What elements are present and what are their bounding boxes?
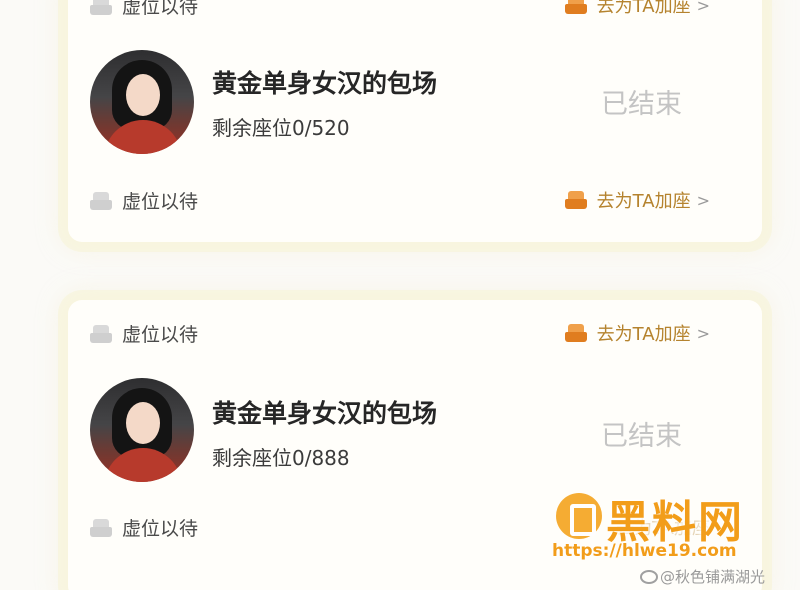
status-badge: 已结束 [601,89,682,120]
watermark-url: https://hlwe19.com [552,541,737,561]
join-link[interactable]: 去为TA加座 > [564,187,710,213]
seat-waiting-row: 虚位以待 [90,187,198,214]
seat-waiting-label: 虚位以待 [122,0,199,18]
sofa-icon [564,0,587,14]
seat-waiting-label: 虚位以待 [122,191,199,213]
join-label: 去为TA加座 [596,191,691,212]
watermark-logo-icon [556,493,602,539]
join-link[interactable]: 去为TA加座 > [564,320,710,346]
join-label: 去为TA加座 [596,324,691,345]
sofa-icon [564,191,587,209]
chevron-right-icon: > [696,0,710,15]
remaining-seats: 剩余座位0/520 [212,116,350,140]
avatar[interactable] [90,50,194,154]
seat-icon [90,518,112,537]
chevron-right-icon: > [696,190,710,210]
seat-icon [90,191,112,210]
seat-waiting-label: 虚位以待 [122,518,199,540]
seat-waiting-row: 虚位以待 [90,320,198,347]
seat-icon [90,0,112,15]
join-link[interactable]: 去为TA加座 > [564,0,710,18]
seat-waiting-label: 虚位以待 [122,324,199,346]
seat-waiting-row: 虚位以待 [90,0,198,19]
weibo-icon [640,569,658,584]
seat-icon [90,324,112,343]
screening-card: 虚位以待 去为TA加座 > 黄金单身女汉的包场 剩余座位0/520 已结束 虚位… [68,0,762,242]
weibo-credit: @秋色铺满湖光 [640,566,765,587]
remaining-seats: 剩余座位0/888 [212,446,350,470]
status-badge: 已结束 [601,421,682,452]
seat-waiting-row: 虚位以待 [90,514,198,541]
avatar[interactable] [90,378,194,482]
screening-title: 黄金单身女汉的包场 [212,399,438,428]
weibo-handle: @秋色铺满湖光 [660,568,766,586]
sofa-icon [564,324,587,342]
chevron-right-icon: > [696,323,710,343]
screening-title: 黄金单身女汉的包场 [212,69,438,98]
join-label: 去为TA加座 [596,0,691,17]
